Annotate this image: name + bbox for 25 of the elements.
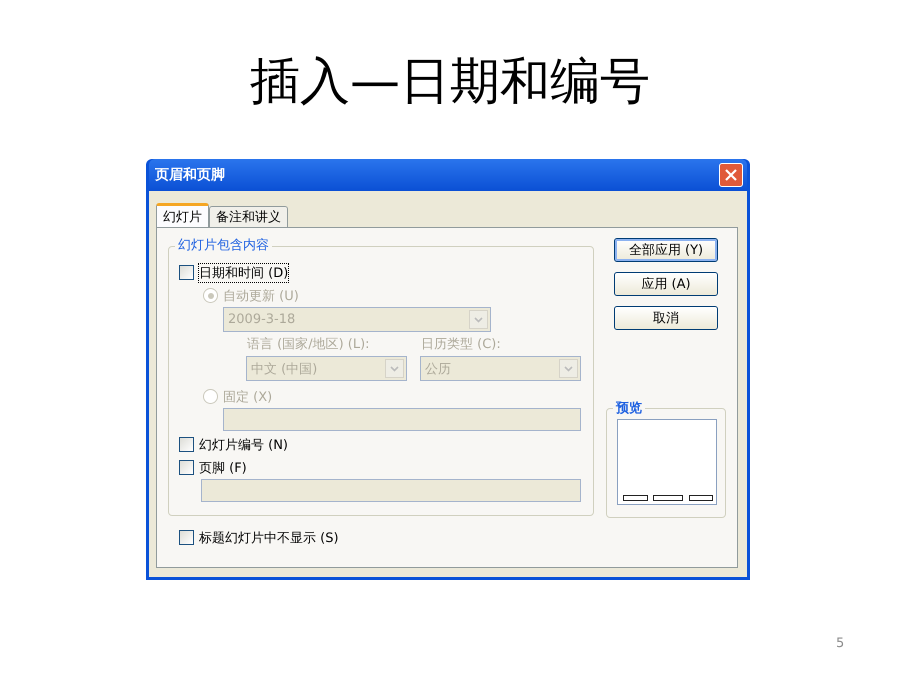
dialog-button[interactable]: 应用 (A) bbox=[614, 272, 718, 296]
radio-label: 固定 (X) bbox=[222, 388, 274, 406]
page-number: 5 bbox=[836, 636, 844, 651]
group-title: 幻灯片包含内容 bbox=[175, 236, 272, 254]
tab[interactable]: 备注和讲义 bbox=[209, 206, 288, 227]
dialog-button[interactable]: 取消 bbox=[614, 306, 718, 330]
footer-placeholders-icon bbox=[623, 495, 713, 501]
checkbox-label: 幻灯片编号 (N) bbox=[198, 436, 290, 454]
dialog-button[interactable]: 全部应用 (Y) bbox=[614, 238, 718, 262]
checkbox-label: 标题幻灯片中不显示 (S) bbox=[198, 530, 340, 548]
slide-title: 插入—日期和编号 bbox=[250, 51, 650, 112]
field-label: 语言 (国家/地区) (L): bbox=[246, 336, 371, 354]
checkbox-label: 页脚 (F) bbox=[198, 460, 248, 478]
radio-label: 自动更新 (U) bbox=[222, 288, 300, 306]
checkbox[interactable] bbox=[179, 460, 194, 475]
field-label: 日历类型 (C): bbox=[420, 336, 502, 354]
close-button[interactable] bbox=[719, 163, 743, 187]
close-icon bbox=[725, 169, 737, 181]
checkbox[interactable] bbox=[179, 530, 194, 545]
window-title: 页眉和页脚 bbox=[155, 166, 225, 184]
group-title: 预览 bbox=[613, 399, 645, 417]
checkbox-label: 日期和时间 (D) bbox=[198, 262, 290, 282]
tab[interactable]: 幻灯片 bbox=[156, 203, 209, 227]
checkbox[interactable] bbox=[179, 437, 194, 452]
checkbox[interactable] bbox=[179, 265, 194, 280]
